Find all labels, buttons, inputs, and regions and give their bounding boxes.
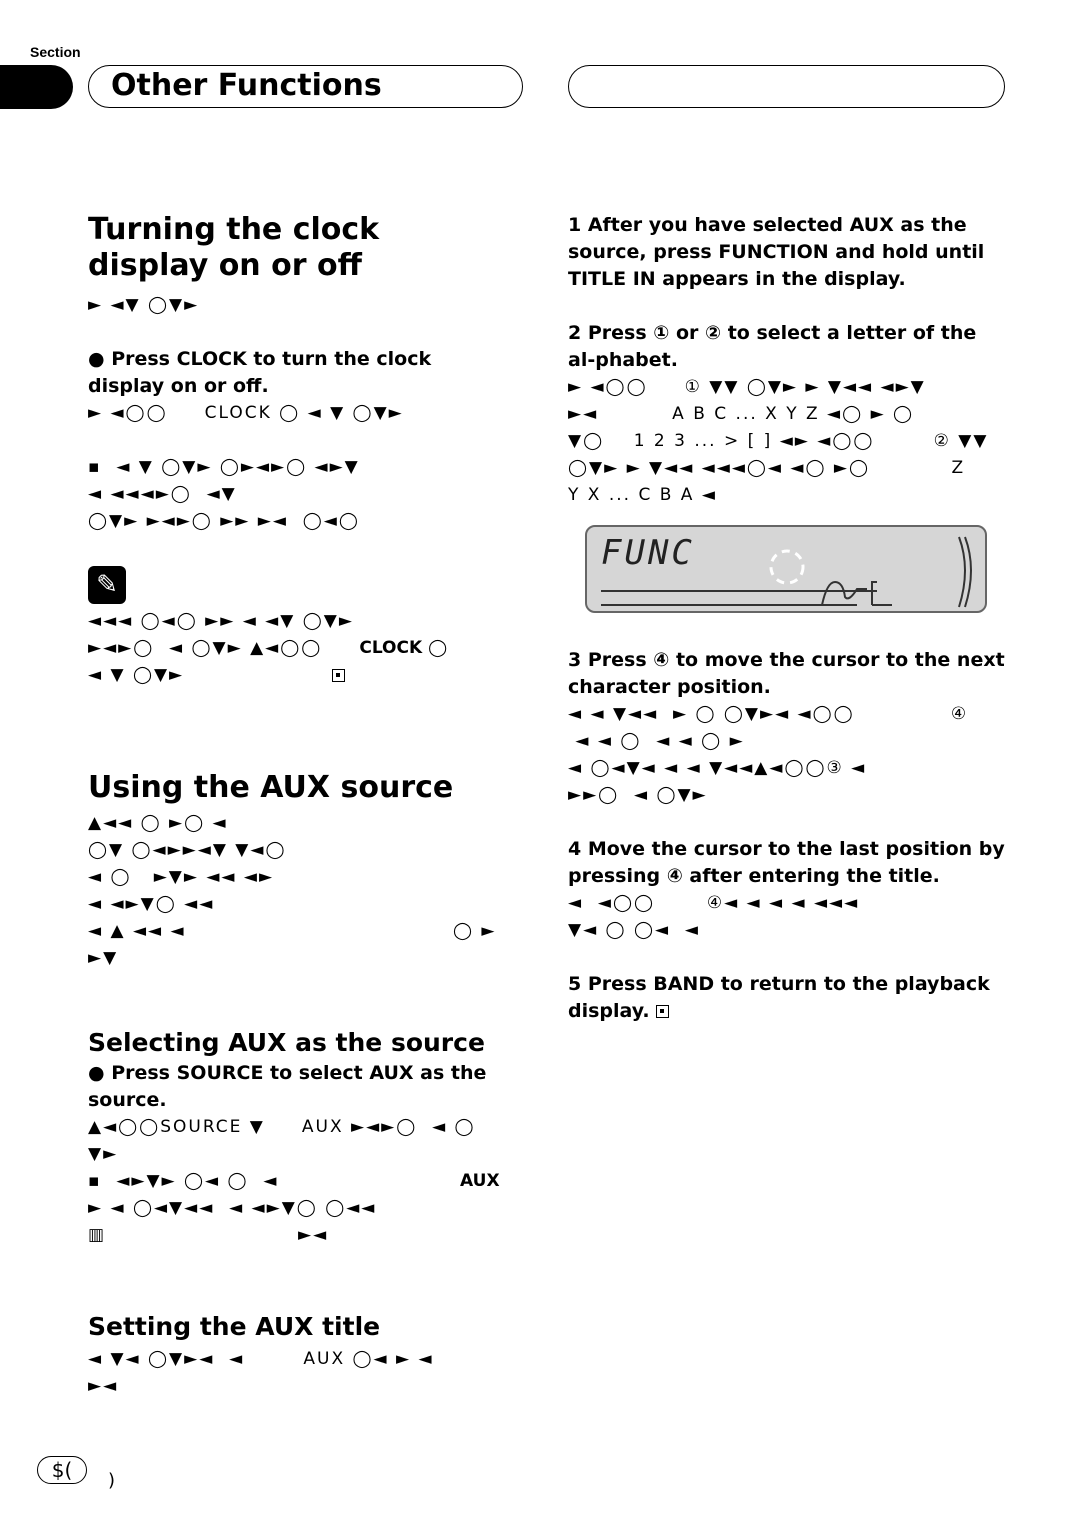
select-aux-heading: Selecting AUX as the source (88, 1028, 485, 1057)
page-number-pill: $( (37, 1456, 87, 1484)
aux-section: Using the AUX source ▲◄◄ ◯ ►◯ ◄ ◯▼ ◯◄►►◄… (88, 770, 508, 972)
step-3: 3 Press ④ to move the cursor to the next… (568, 649, 1005, 698)
garbled-text: ◯▼ ◯◄►►◄▼ ▼◄◯ (88, 840, 287, 860)
step-5: 5 Press BAND to return to the playback d… (568, 973, 990, 1022)
chapter-title-text: Other Functions (111, 68, 382, 103)
end-mark-icon (656, 1005, 670, 1018)
note-pencil-icon: ✎ (88, 566, 126, 604)
garbled-text: ◄ ▼◄ ◯▼►◄ ◄ AUX ◯◄ ► ◄ (88, 1349, 434, 1369)
garbled-text: ▪ ◄ ▼ ◯▼► ◯►◄►◯ ◄►▼ (88, 457, 360, 477)
aux-heading: Using the AUX source (88, 770, 454, 805)
section-number-tab (0, 65, 73, 109)
step-4: 4 Move the cursor to the last position b… (568, 838, 1005, 887)
aux-title-heading: Setting the AUX title (88, 1312, 381, 1341)
garbled-text: ◯▼► ►◄►◯ ►► ►◄ ◯◄◯ (88, 511, 360, 531)
garbled-text: ◄ ◄ ▼◄◄ ► ◯ ◯▼►◄ ◄◯◯ ④ (568, 704, 969, 724)
garbled-text: ◯▼► ► ▼◄◄ ◄◄◄◯◄ ◄◯ ►◯ Z (568, 458, 966, 478)
garbled-text: ► ◄◯◯ ① ▼▼ ◯▼► ► ▼◄◄ ◄►▼ (568, 377, 926, 397)
clock-note: ◄◄◄ ◯◄◯ ►► ◄ ◄▼ ◯▼► ►◄►◯ ◄ ◯▼► ▲◄◯◯ CLOC… (88, 608, 508, 689)
end-mark-icon (332, 668, 346, 682)
garbled-text: ▲◄◄ ◯ ►◯ ◄ (88, 813, 228, 833)
aux-title-steps: 1 After you have selected AUX as the sou… (568, 212, 1006, 509)
step-1: 1 After you have selected AUX as the sou… (568, 214, 985, 290)
garbled-text: ►◄ A B C ... X Y Z ◄◯ ► ◯ (568, 404, 915, 424)
garbled-text: ►►◯ ◄ ◯▼► (568, 785, 708, 805)
clock-section: Turning the clock display on or off ► ◄▼… (88, 212, 508, 535)
garbled-text: ▼► (88, 1144, 119, 1164)
garbled-text: ▪ ◄►▼► ◯◄ ◯ ◄ (88, 1171, 279, 1191)
garbled-text: ◄ ◄►▼◯ ◄◄ (88, 894, 215, 914)
chapter-title: Other Functions (88, 65, 523, 108)
garbled-text: ◄ ◯ ►▼► ◄◄ ◄► (88, 867, 275, 887)
clock-step: ● Press CLOCK to turn the clock display … (88, 348, 432, 397)
lcd-graphics (601, 536, 972, 608)
garbled-text: ► ◄ ◯◄▼◄◄ ◄ ◄►▼◯ ◯◄◄ (88, 1198, 377, 1218)
section-label: Section (30, 44, 81, 60)
garbled-text: ▲◄◯◯SOURCE ▼ AUX ►◄►◯ ◄ ◯ (88, 1117, 476, 1137)
garbled-text: ► ◄▼ ◯▼► (88, 295, 200, 315)
garbled-text: ◄ ◄ ◯ ◄ ◄ ◯ ► (568, 731, 745, 751)
clock-label: CLOCK ◯ (359, 638, 448, 658)
garbled-text: ►◄ (88, 1376, 119, 1396)
aux-title-steps-cont: 3 Press ④ to move the cursor to the next… (568, 647, 1006, 1025)
garbled-text: ◄ ▼ ◯▼► (88, 665, 185, 685)
garbled-text: ►▼ (88, 948, 119, 968)
garbled-text: ▼◄ ◯ ◯◄ ◄ (568, 920, 700, 940)
lcd-display-illustration: FUNC (585, 525, 987, 613)
header-right-pill (568, 65, 1005, 108)
garbled-text: Y X ... C B A ◄ (568, 485, 717, 505)
garbled-text: ◄◄◄ ◯◄◯ ►► ◄ ◄▼ ◯▼► (88, 611, 354, 631)
manual-page: Section Other Functions Turning the cloc… (0, 0, 1080, 1529)
select-aux-step: ● Press SOURCE to select AUX as the sour… (88, 1062, 487, 1111)
select-aux-section: Selecting AUX as the source ● Press SOUR… (88, 1028, 508, 1249)
garbled-text: ▼◯ 1 2 3 ... > [ ] ◄► ◄◯◯ ② ▼▼ (568, 431, 989, 451)
aux-label: AUX (460, 1171, 500, 1191)
page-number-mark: ) (108, 1470, 116, 1491)
garbled-text: ◯ ► (453, 921, 497, 941)
aux-title-section: Setting the AUX title ◄ ▼◄ ◯▼►◄ ◄ AUX ◯◄… (88, 1312, 508, 1400)
garbled-text: ◄ ◯◄▼◄ ◄ ◄ ▼◄◄▲◄◯◯③ ◄ (568, 758, 867, 778)
garbled-text: ◄ ◄◯◯ ④◄ ◄ ◄ ◄ ◄◄◄ (568, 893, 860, 913)
garbled-text: ►◄►◯ ◄ ◯▼► ▲◄◯◯ (88, 638, 323, 658)
garbled-text: ▥ (88, 1225, 107, 1245)
garbled-text: ◄ ▲ ◄◄ ◄ (88, 921, 186, 941)
garbled-text: ►◄ (298, 1225, 329, 1245)
step-2: 2 Press ① or ② to select a letter of the… (568, 322, 977, 371)
clock-heading: Turning the clock display on or off (88, 212, 380, 283)
garbled-text: ◄ ◄◄◄►◯ ◄▼ (88, 484, 237, 504)
garbled-text: ► ◄◯◯ CLOCK ◯ ◄ ▼ ◯▼► (88, 403, 404, 423)
